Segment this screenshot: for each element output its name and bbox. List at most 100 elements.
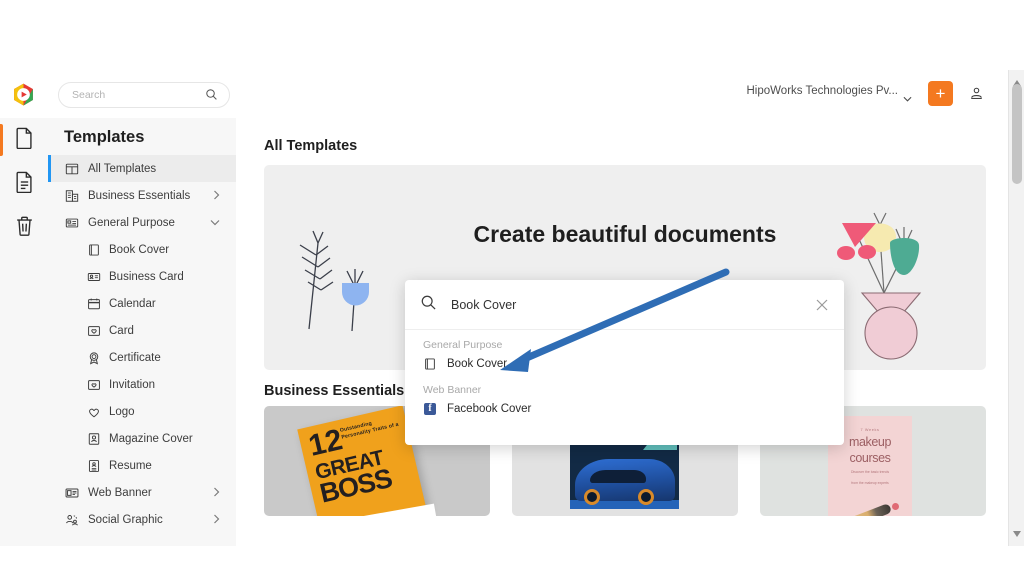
- templates-sidebar: Templates All Templates Business Essentia…: [48, 118, 236, 546]
- rail-item-my-files[interactable]: [0, 162, 48, 206]
- sidebar-item-label: Certificate: [109, 351, 161, 364]
- book-cover-icon: [423, 357, 437, 371]
- calendar-icon: [86, 296, 101, 311]
- hexagon-play-logo[interactable]: [11, 82, 36, 107]
- search-icon: [205, 88, 218, 106]
- section-title-business-essentials: Business Essentials: [264, 383, 405, 399]
- vertical-scroll-thumb[interactable]: [1012, 84, 1022, 184]
- sidebar-item-business-card[interactable]: Business Card: [48, 263, 236, 290]
- sidebar-item-label: Logo: [109, 405, 135, 418]
- wheat-and-blue-tulip-illustration: [292, 225, 374, 340]
- social-graphic-icon: [64, 512, 79, 527]
- card-grid-icon: [64, 215, 79, 230]
- top-blank-strip: [0, 0, 1024, 70]
- makeup-sub-line2: from the makeup experts: [851, 481, 889, 485]
- sidebar-item-business-essentials[interactable]: Business Essentials: [48, 182, 236, 209]
- search-results-list: General Purpose Book Cover Web Banner f Face…: [405, 330, 844, 420]
- book-subtitle: Outstanding Personality Traits of a: [339, 420, 400, 441]
- chevron-right-icon[interactable]: [213, 514, 220, 527]
- sidebar-item-label: Book Cover: [109, 243, 170, 256]
- book-number: 12: [305, 423, 346, 463]
- chevron-down-icon[interactable]: [210, 217, 220, 229]
- sidebar-item-card[interactable]: Card: [48, 317, 236, 344]
- facebook-icon: f: [424, 403, 436, 415]
- book-cover-icon: [86, 242, 101, 257]
- screenshot-root: HipoWorks Technologies Pv... +: [0, 0, 1024, 576]
- makeup-brush: [839, 503, 893, 516]
- sidebar-item-social-graphic[interactable]: Social Graphic: [48, 506, 236, 533]
- sidebar-item-label: Business Essentials: [88, 189, 191, 202]
- business-card-icon: [86, 269, 101, 284]
- sidebar-item-label: General Purpose: [88, 216, 175, 229]
- makeup-dot: [892, 503, 899, 510]
- grid-template-icon: [64, 161, 79, 176]
- user-account-icon[interactable]: [964, 81, 989, 106]
- app-header: HipoWorks Technologies Pv... +: [0, 70, 1024, 118]
- sidebar-item-list: All Templates Business Essentials General …: [48, 155, 236, 533]
- chevron-right-icon[interactable]: [213, 487, 220, 500]
- book-pages: [323, 503, 438, 516]
- sidebar-item-label: Resume: [109, 459, 152, 472]
- sidebar-item-web-banner[interactable]: Web Banner: [48, 479, 236, 506]
- card-heart-icon: [86, 323, 101, 338]
- trash-icon: [15, 215, 34, 242]
- car-wheel-front: [584, 489, 600, 505]
- search-result-item[interactable]: Book Cover: [405, 353, 844, 375]
- rail-item-trash[interactable]: [0, 206, 48, 250]
- chevron-down-icon[interactable]: [903, 89, 912, 107]
- popup-search-input[interactable]: [451, 297, 781, 312]
- search-input[interactable]: [59, 84, 189, 106]
- search-result-label: Book Cover: [447, 358, 508, 370]
- sidebar-title: Templates: [64, 128, 145, 146]
- chevron-right-icon[interactable]: [213, 190, 220, 203]
- sidebar-item-logo[interactable]: Logo: [48, 398, 236, 425]
- sidebar-item-certificate[interactable]: Certificate: [48, 344, 236, 371]
- building-icon: [64, 188, 79, 203]
- document-icon: [15, 127, 34, 154]
- add-new-button[interactable]: +: [928, 81, 953, 106]
- makeup-sub-line1: Discover the basic trends: [850, 470, 890, 474]
- close-icon[interactable]: [816, 298, 828, 316]
- scroll-down-arrow-icon[interactable]: [1013, 524, 1021, 542]
- sidebar-item-invitation[interactable]: Invitation: [48, 371, 236, 398]
- resume-icon: [86, 458, 101, 473]
- car-windshield: [590, 470, 646, 483]
- rail-item-documents[interactable]: [0, 118, 48, 162]
- document-lines-icon: [15, 171, 34, 198]
- search-suggestions-popup: General Purpose Book Cover Web Banner f Face…: [405, 280, 844, 445]
- sidebar-item-label: Social Graphic: [88, 513, 163, 526]
- sidebar-item-label: Card: [109, 324, 134, 337]
- plus-icon: +: [935, 84, 946, 103]
- result-group-label: General Purpose: [423, 339, 503, 351]
- sidebar-item-label: Magazine Cover: [109, 432, 193, 445]
- makeup-title-line2: courses: [849, 451, 891, 465]
- bottom-blank-strip: [0, 546, 1024, 576]
- sidebar-item-all-templates[interactable]: All Templates: [48, 155, 236, 182]
- web-banner-icon: [64, 485, 79, 500]
- certificate-icon: [86, 350, 101, 365]
- popup-search-bar: [405, 280, 844, 330]
- left-icon-rail: [0, 118, 48, 546]
- facebook-icon: f: [423, 402, 437, 416]
- sidebar-item-general-purpose[interactable]: General Purpose: [48, 209, 236, 236]
- sidebar-item-book-cover[interactable]: Book Cover: [48, 236, 236, 263]
- page-title: All Templates: [264, 138, 358, 154]
- sidebar-item-magazine-cover[interactable]: Magazine Cover: [48, 425, 236, 452]
- invitation-icon: [86, 377, 101, 392]
- vertical-scrollbar[interactable]: [1008, 70, 1024, 546]
- car-wheel-rear: [638, 489, 654, 505]
- sidebar-item-resume[interactable]: Resume: [48, 452, 236, 479]
- organization-name[interactable]: HipoWorks Technologies Pv...: [747, 85, 899, 97]
- search-result-label: Facebook Cover: [447, 403, 532, 415]
- sidebar-item-label: Web Banner: [88, 486, 152, 499]
- search-result-item[interactable]: f Facebook Cover: [405, 398, 844, 420]
- header-search-box[interactable]: [58, 82, 230, 108]
- sidebar-item-label: Business Card: [109, 270, 184, 283]
- magazine-cover-icon: [86, 431, 101, 446]
- sidebar-item-label: All Templates: [88, 162, 157, 175]
- result-group-label: Web Banner: [423, 384, 482, 396]
- heart-icon: [86, 404, 101, 419]
- sidebar-item-calendar[interactable]: Calendar: [48, 290, 236, 317]
- sidebar-item-label: Invitation: [109, 378, 156, 391]
- sidebar-item-label: Calendar: [109, 297, 156, 310]
